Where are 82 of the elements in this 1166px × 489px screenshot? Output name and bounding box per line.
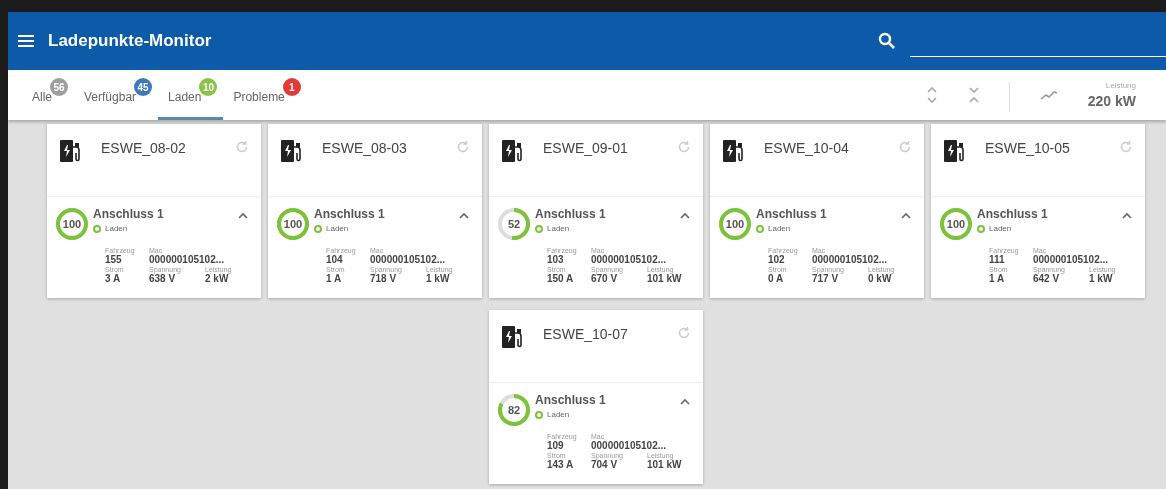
field-value: 101 kW: [647, 273, 683, 284]
charging-station-icon: [943, 138, 965, 164]
charging-station-icon: [280, 138, 302, 164]
charging-station-icon: [501, 138, 523, 164]
status-label: Laden: [547, 410, 570, 419]
field-value: 704 V: [591, 459, 618, 470]
connector-title: Anschluss 1: [535, 207, 607, 221]
field-value: 000000105102...: [149, 254, 226, 265]
summary-value: 220 kW: [1087, 93, 1136, 109]
field-value: 000000105102...: [591, 440, 668, 451]
station-name: ESWE_08-03: [322, 140, 408, 156]
field-value: 000000105102...: [370, 254, 447, 265]
connector-title: Anschluss 1: [314, 207, 386, 221]
connector-title: Anschluss 1: [93, 207, 165, 221]
chevron-up-icon[interactable]: [900, 211, 912, 221]
tab[interactable]: Laden 10: [158, 70, 224, 120]
field-value: 2 kW: [205, 273, 229, 284]
charge-percent: 100: [61, 217, 83, 232]
chevron-up-icon[interactable]: [458, 211, 470, 221]
station-name: ESWE_10-07: [543, 326, 629, 342]
field-value: 3 A: [105, 273, 122, 284]
station-name: ESWE_10-05: [985, 140, 1071, 156]
field-value: 718 V: [370, 273, 397, 284]
field-value: 638 V: [149, 273, 176, 284]
app-title: Ladepunkte-Monitor: [48, 31, 213, 51]
tab[interactable]: Verfügbar 45: [74, 70, 159, 120]
status-dot-icon: [535, 224, 543, 233]
field-value: 111: [989, 254, 1005, 265]
status-label: Laden: [326, 224, 349, 233]
field-value: 000000105102...: [812, 254, 889, 265]
menu-icon[interactable]: [18, 34, 34, 48]
charge-percent: 100: [724, 217, 746, 232]
charge-percent: 52: [506, 217, 522, 232]
station-name: ESWE_10-04: [764, 140, 850, 156]
charge-percent: 100: [945, 217, 967, 232]
charge-percent: 100: [282, 217, 304, 232]
connector-title: Anschluss 1: [977, 207, 1049, 221]
field-value: 109: [547, 440, 564, 451]
chevron-up-icon[interactable]: [1121, 211, 1133, 221]
station-name: ESWE_08-02: [101, 140, 187, 156]
field-value: 0 A: [768, 273, 785, 284]
station-name: ESWE_09-01: [543, 140, 629, 156]
charging-station-icon: [722, 138, 744, 164]
tab[interactable]: Probleme 1: [223, 70, 307, 120]
field-value: 150 A: [547, 273, 575, 284]
chevron-up-icon[interactable]: [237, 211, 249, 221]
status-dot-icon: [756, 224, 764, 233]
charging-station-icon: [59, 138, 81, 164]
field-value: 102: [768, 254, 785, 265]
field-value: 143 A: [547, 459, 575, 470]
search-icon[interactable]: [878, 32, 896, 50]
status-label: Laden: [105, 224, 128, 233]
field-value: 642 V: [1033, 273, 1060, 284]
status-dot-icon: [977, 224, 985, 233]
chevron-up-icon[interactable]: [679, 397, 691, 407]
status-label: Laden: [768, 224, 791, 233]
count-badge: 56: [50, 78, 68, 96]
field-value: 1 kW: [426, 273, 450, 284]
field-value: 0 kW: [868, 273, 892, 284]
field-value: 103: [547, 254, 564, 265]
status-label: Laden: [547, 224, 570, 233]
field-value: 000000105102...: [1033, 254, 1110, 265]
field-value: 1 A: [989, 273, 1006, 284]
connector-title: Anschluss 1: [535, 393, 607, 407]
field-value: 104: [326, 254, 343, 265]
status-dot-icon: [535, 410, 543, 419]
summary-label: Leistung: [1105, 81, 1136, 90]
tab[interactable]: Alle 56: [22, 70, 74, 120]
status-label: Laden: [989, 224, 1012, 233]
chevron-up-icon[interactable]: [679, 211, 691, 221]
connector-title: Anschluss 1: [756, 207, 828, 221]
charging-station-icon: [501, 324, 523, 350]
field-value: 000000105102...: [591, 254, 668, 265]
status-dot-icon: [314, 224, 322, 233]
status-dot-icon: [93, 224, 101, 233]
field-value: 1 kW: [1089, 273, 1113, 284]
field-value: 101 kW: [647, 459, 683, 470]
charge-percent: 82: [506, 403, 522, 418]
field-value: 717 V: [812, 273, 839, 284]
field-value: 155: [105, 254, 122, 265]
field-value: 1 A: [326, 273, 343, 284]
field-value: 670 V: [591, 273, 618, 284]
